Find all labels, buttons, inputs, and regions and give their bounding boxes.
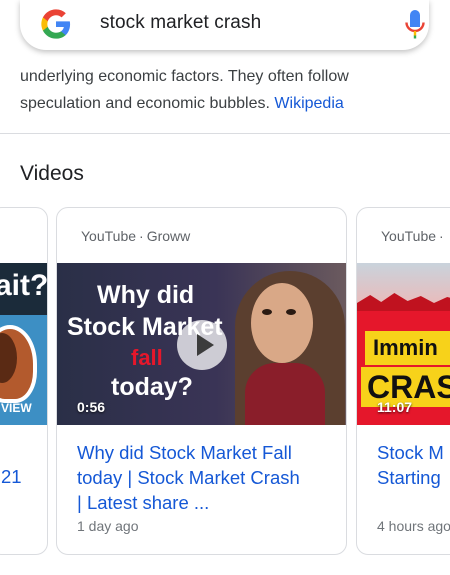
thumb-text-line-3: fall (131, 345, 163, 370)
video-age-right: 4 hours ago (377, 518, 450, 534)
search-input[interactable]: stock market crash (100, 12, 261, 34)
thumb-word-1: Immin (373, 335, 438, 360)
video-age: 1 day ago (77, 518, 139, 534)
divider (0, 133, 450, 134)
video-title-right-line-2: Starting (377, 467, 441, 488)
thumb-text-left: ait? (0, 269, 47, 302)
video-title-line-3: | Latest share ... (77, 492, 210, 513)
thumb-banner-1: Immin (365, 331, 450, 365)
video-thumbnail-right[interactable]: Immin CRAS 11:07 (357, 263, 450, 425)
channel-name: Groww (146, 228, 191, 244)
platform-name: YouTube (81, 228, 137, 244)
video-duration: 0:56 (77, 399, 106, 415)
video-title-left[interactable]: 21 (1, 466, 22, 488)
thumb-badge-left: VIEW (1, 401, 32, 415)
channel-fragment-right: · (439, 228, 444, 244)
platform-name-right: YouTube (381, 228, 437, 244)
video-duration-right: 11:07 (377, 399, 413, 415)
video-title-right-line-1: Stock M (377, 442, 444, 463)
video-title-main[interactable]: Why did Stock Market Fall today | Stock … (77, 440, 300, 515)
featured-snippet: underlying economic factors. They often … (20, 63, 440, 117)
video-source-right: YouTube · (381, 228, 447, 244)
video-thumbnail-main[interactable]: Why did Stock Market fall today? 0:56 (57, 263, 346, 425)
video-source: YouTube · Groww (81, 228, 191, 244)
wikipedia-link[interactable]: Wikipedia (274, 95, 343, 112)
thumb-text-line-4: today? (111, 373, 193, 401)
snippet-text: speculation and economic bubbles. (20, 95, 270, 112)
video-thumbnail-left[interactable]: ait? VIEW (0, 263, 47, 425)
video-card-left[interactable]: ait? VIEW 21 (0, 207, 48, 555)
video-card-main[interactable]: YouTube · Groww Why did Stock Market fall … (56, 207, 347, 555)
snippet-line-2: speculation and economic bubbles. Wikipe… (20, 90, 440, 117)
thumb-text-line-1: Why did (97, 281, 195, 309)
video-title-line-2: today | Stock Market Crash (77, 467, 300, 488)
snippet-line-1: underlying economic factors. They often … (20, 68, 349, 85)
video-title-line-1: Why did Stock Market Fall (77, 442, 292, 463)
video-card-right[interactable]: YouTube · Immin CRAS 11:07 Stock M Starti… (356, 207, 450, 555)
microphone-icon[interactable] (404, 9, 426, 39)
play-button-icon[interactable] (177, 320, 227, 370)
video-title-right[interactable]: Stock M Starting (377, 440, 444, 490)
google-logo-icon[interactable] (40, 8, 72, 40)
videos-section-title: Videos (20, 162, 84, 185)
search-bar[interactable]: stock market crash (20, 0, 429, 50)
